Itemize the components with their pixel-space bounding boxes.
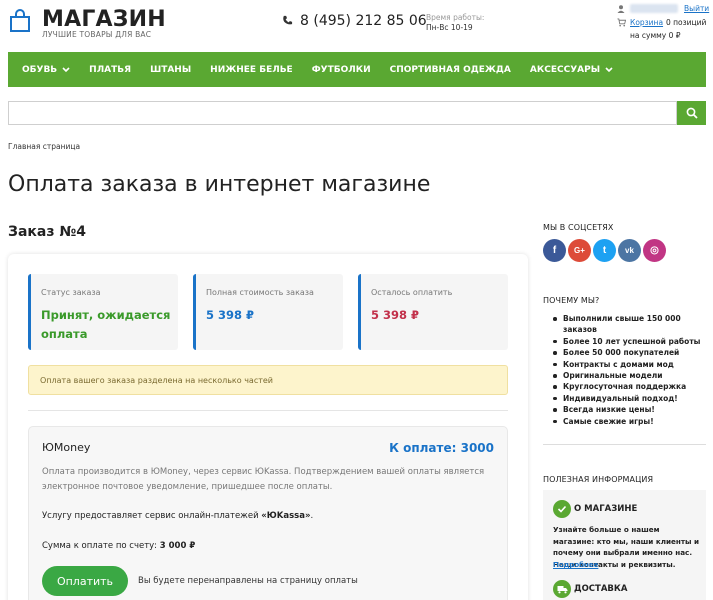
- payment-amount: К оплате: 3000: [389, 441, 494, 455]
- payment-method-box: ЮMoney К оплате: 3000 Оплата производитс…: [28, 426, 508, 600]
- chevron-down-icon: [605, 66, 613, 72]
- vk-icon[interactable]: vk: [618, 239, 641, 262]
- nav-item-shoes[interactable]: ОБУВЬ: [22, 65, 70, 75]
- order-remaining-label: Осталось оплатить: [371, 288, 453, 297]
- hours-value: Пн-Вс 10-19: [426, 23, 473, 32]
- service-suffix: .: [310, 511, 314, 521]
- nav-item-label: ФУТБОЛКИ: [311, 64, 371, 75]
- user-icon: [617, 5, 625, 13]
- user-name[interactable]: [630, 4, 678, 13]
- order-title: Заказ №4: [8, 224, 86, 240]
- nav-item-label: ШТАНЫ: [150, 64, 192, 75]
- payment-total-label: Сумма к оплате по счету:: [42, 541, 160, 551]
- delivery-title: ДОСТАВКА: [574, 584, 628, 594]
- shopping-bag-icon[interactable]: [8, 9, 32, 33]
- list-item: Контракты с домами мод: [553, 359, 713, 370]
- twitter-icon[interactable]: t: [593, 239, 616, 262]
- phone-icon: [283, 15, 293, 25]
- facebook-icon[interactable]: f: [543, 239, 566, 262]
- list-item: Выполнили свыше 150 000 заказов: [553, 313, 713, 336]
- list-item: Всегда низкие цены!: [553, 404, 713, 415]
- payment-redirect-note: Вы будете перенаправлены на страницу опл…: [138, 576, 358, 586]
- logo-title[interactable]: МАГАЗИН: [42, 7, 166, 32]
- order-total-card: Полная стоимость заказа 5 398 ₽: [193, 274, 343, 350]
- google-plus-icon[interactable]: G+: [568, 239, 591, 262]
- payment-method-name: ЮMoney: [42, 441, 91, 454]
- logout-link[interactable]: Выйти: [684, 4, 709, 13]
- nav-item-label: АКСЕССУАРЫ: [529, 64, 601, 75]
- payment-total-value: 3 000 ₽: [159, 541, 196, 551]
- divider: [28, 410, 508, 411]
- nav-item-pants[interactable]: ШТАНЫ: [150, 65, 191, 75]
- payment-total: Сумма к оплате по счету: 3 000 ₽: [42, 541, 195, 551]
- order-remaining-value: 5 398 ₽: [371, 308, 420, 322]
- social-heading: МЫ В СОЦСЕТЯХ: [543, 223, 614, 232]
- order-status-card: Статус заказа Принят, ожидается оплата: [28, 274, 178, 350]
- service-prefix: Услугу предоставляет сервис онлайн-плате…: [42, 511, 262, 521]
- social-glyph: G+: [574, 246, 585, 255]
- search-button[interactable]: [677, 101, 706, 125]
- why-us-heading: ПОЧЕМУ МЫ?: [543, 296, 600, 305]
- list-item: Самые свежие игры!: [553, 416, 713, 427]
- search-icon: [686, 107, 698, 119]
- nav-item-label: ОБУВЬ: [22, 64, 58, 75]
- nav-item-label: НИЖНЕЕ БЕЛЬЕ: [210, 64, 293, 75]
- payment-description: Оплата производится в ЮMoney, через серв…: [42, 467, 485, 492]
- why-us-list: Выполнили свыше 150 000 заказов Более 10…: [553, 313, 713, 427]
- payment-service-note: Услугу предоставляет сервис онлайн-плате…: [42, 511, 313, 521]
- useful-info-heading: ПОЛЕЗНАЯ ИНФОРМАЦИЯ: [543, 475, 654, 484]
- cart-icon: [617, 18, 626, 27]
- nav-item-dresses[interactable]: ПЛАТЬЯ: [89, 65, 131, 75]
- pay-button[interactable]: Оплатить: [42, 566, 128, 596]
- social-glyph: vk: [625, 246, 634, 255]
- order-total-label: Полная стоимость заказа: [206, 288, 314, 297]
- cart-count: 0 позиций: [666, 18, 707, 27]
- nav-item-underwear[interactable]: НИЖНЕЕ БЕЛЬЕ: [210, 65, 293, 75]
- about-store-card: О МАГАЗИНЕ Узнайте больше о нашем магази…: [543, 490, 706, 600]
- list-item: Более 10 лет успешной работы: [553, 336, 713, 347]
- nav-item-label: СПОРТИВНАЯ ОДЕЖДА: [389, 64, 511, 75]
- cart-link[interactable]: Корзина: [630, 18, 663, 27]
- order-remaining-card: Осталось оплатить 5 398 ₽: [358, 274, 508, 350]
- nav-item-accessories[interactable]: АКСЕССУАРЫ: [530, 65, 613, 75]
- nav-item-label: ПЛАТЬЯ: [89, 64, 132, 75]
- order-total-value: 5 398 ₽: [206, 308, 255, 322]
- cart-sum: на сумму 0 ₽: [630, 31, 681, 40]
- list-item: Индивидуальный подход!: [553, 393, 713, 404]
- page-title: Оплата заказа в интернет магазине: [8, 172, 431, 197]
- order-status-value: Принят, ожидается оплата: [41, 308, 171, 341]
- logo-subtitle: ЛУЧШИЕ ТОВАРЫ ДЛЯ ВАС: [42, 30, 152, 39]
- hours-label: Время работы:: [426, 13, 485, 22]
- chevron-down-icon: [62, 66, 70, 72]
- truck-icon: [553, 580, 571, 598]
- list-item: Более 50 000 покупателей: [553, 347, 713, 358]
- order-panel: Статус заказа Принят, ожидается оплата П…: [8, 254, 528, 600]
- list-item: Круглосуточная поддержка: [553, 381, 713, 392]
- check-icon: [553, 500, 571, 518]
- social-glyph: t: [602, 245, 607, 256]
- divider: [543, 444, 706, 445]
- search-input[interactable]: [8, 101, 677, 125]
- nav-item-sportswear[interactable]: СПОРТИВНАЯ ОДЕЖДА: [390, 65, 511, 75]
- service-name: «ЮKassa»: [261, 511, 311, 521]
- social-glyph: f: [552, 245, 557, 256]
- list-item: Оригинальные модели: [553, 370, 713, 381]
- breadcrumb[interactable]: Главная страница: [8, 142, 80, 151]
- social-glyph: ◎: [650, 245, 659, 256]
- site-header: МАГАЗИН ЛУЧШИЕ ТОВАРЫ ДЛЯ ВАС 8 (495) 21…: [0, 0, 713, 52]
- order-status-label: Статус заказа: [41, 288, 101, 297]
- main-nav: ОБУВЬ ПЛАТЬЯ ШТАНЫ НИЖНЕЕ БЕЛЬЕ ФУТБОЛКИ…: [8, 52, 706, 87]
- split-payment-notice: Оплата вашего заказа разделена на нескол…: [28, 365, 508, 395]
- nav-item-tshirts[interactable]: ФУТБОЛКИ: [312, 65, 371, 75]
- instagram-icon[interactable]: ◎: [643, 239, 666, 262]
- about-store-more-link[interactable]: Подробнее: [553, 561, 598, 569]
- about-store-title: О МАГАЗИНЕ: [574, 504, 638, 514]
- phone-number[interactable]: 8 (495) 212 85 06: [300, 13, 427, 29]
